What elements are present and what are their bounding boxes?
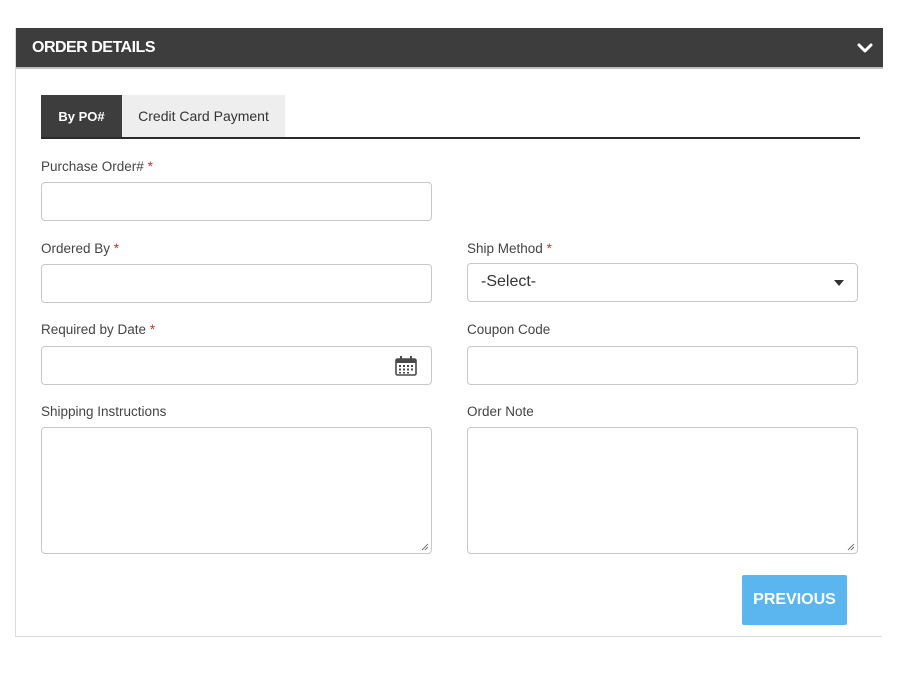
tab-credit-card-payment[interactable]: Credit Card Payment: [122, 95, 285, 138]
order-note-label: Order Note: [467, 404, 534, 419]
resize-handle-icon[interactable]: [420, 542, 429, 551]
required-date-input[interactable]: [41, 346, 432, 385]
required-mark: *: [147, 159, 153, 174]
calendar-icon[interactable]: [395, 355, 417, 377]
previous-button[interactable]: PREVIOUS: [742, 575, 847, 625]
resize-handle-icon[interactable]: [846, 542, 855, 551]
required-date-label-text: Required by Date: [41, 322, 147, 337]
required-date-label: Required by Date *: [41, 322, 155, 337]
ship-method-label-text: Ship Method: [467, 241, 543, 256]
shipping-instructions-textarea[interactable]: [41, 427, 432, 554]
purchase-order-label: Purchase Order# *: [41, 159, 153, 174]
ship-method-selected: -Select-: [481, 273, 537, 290]
ordered-by-label-text: Ordered By: [41, 241, 111, 256]
shipping-instructions-label: Shipping Instructions: [41, 404, 166, 419]
ship-method-label: Ship Method *: [467, 241, 552, 256]
order-details-panel: ORDER DETAILS By PO# Credit Card Payment…: [15, 28, 883, 637]
required-mark: *: [113, 241, 120, 256]
coupon-code-input[interactable]: [467, 346, 858, 385]
ship-method-select[interactable]: -Select-: [467, 263, 858, 302]
panel-header[interactable]: ORDER DETAILS: [16, 28, 883, 69]
coupon-code-label-text: Coupon Code: [467, 322, 551, 337]
dropdown-caret-icon: [834, 280, 844, 286]
panel-title: ORDER DETAILS: [32, 39, 155, 56]
order-note-textarea[interactable]: [467, 427, 858, 554]
purchase-order-label-text: Purchase Order#: [41, 159, 144, 174]
purchase-order-input[interactable]: [41, 182, 432, 221]
required-mark: *: [546, 241, 552, 256]
chevron-down-icon[interactable]: [857, 41, 873, 55]
tab-by-po[interactable]: By PO#: [41, 95, 122, 138]
shipping-instructions-label-text: Shipping Instructions: [41, 404, 167, 419]
order-note-label-text: Order Note: [467, 404, 534, 419]
coupon-code-label: Coupon Code: [467, 322, 550, 337]
ordered-by-label: Ordered By *: [41, 241, 119, 256]
tab-divider: [41, 137, 860, 139]
ordered-by-input[interactable]: [41, 264, 432, 303]
required-mark: *: [149, 322, 156, 337]
